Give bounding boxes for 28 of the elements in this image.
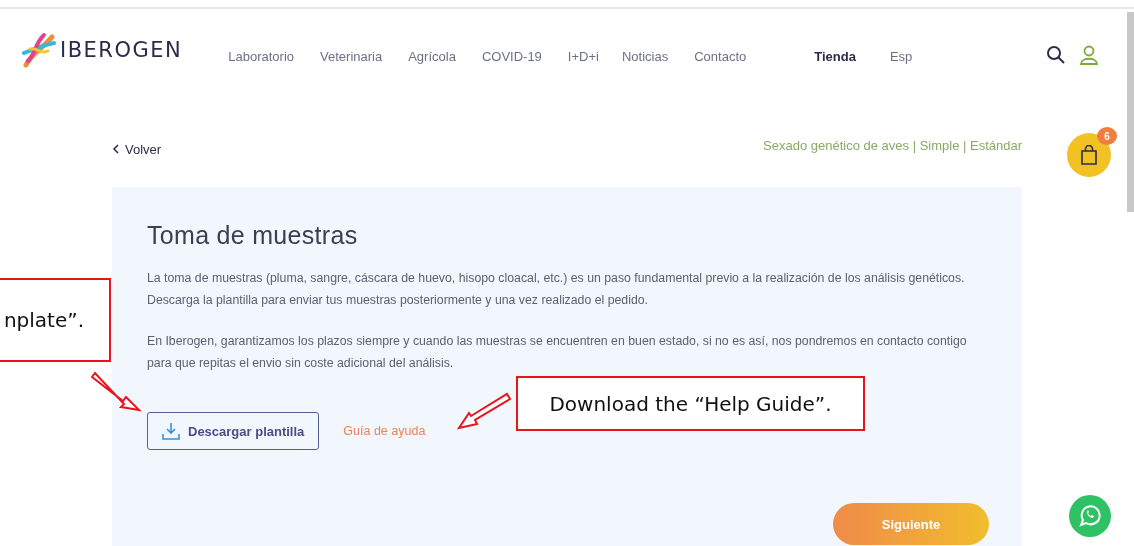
nav-link[interactable]: Contacto	[694, 48, 747, 64]
download-button[interactable]: Descargar plantilla	[147, 412, 320, 450]
nav-link[interactable]: Noticias	[621, 48, 669, 64]
back-link[interactable]: Volver	[112, 141, 162, 157]
nav-link[interactable]: Agrícola	[408, 48, 456, 64]
nav-link[interactable]: COVID-19	[481, 48, 542, 64]
product-breadcrumb: Sexado genético de aves | Simple | Estándar	[763, 137, 1022, 153]
search-icon[interactable]	[1046, 45, 1066, 65]
chat-icon[interactable]	[1068, 494, 1112, 538]
logo-text[interactable]: IBEROGEN	[60, 38, 183, 62]
chevron-left-icon	[112, 144, 119, 154]
logo-icon	[22, 31, 56, 69]
cart-count-badge: 6	[1097, 127, 1117, 145]
nav-link[interactable]: Veterinaria	[320, 48, 383, 64]
nav-link[interactable]: I+D+i	[567, 48, 599, 64]
paragraph: La toma de muestras (pluma, sangre, cáscara de huevo, hisopo cloacal, etc.) es un paso fundamental previo a la realización de los análisis genéticos. Descarga la plantilla para enviar tus muestras posteriormente y una vez realizado el pedido.	[147, 270, 966, 309]
user-icon[interactable]	[1080, 45, 1098, 65]
paragraph: En Iberogen, garantizamos los plazos siempre y cuando las muestras se encuentren en buen estado, si no es así, nos pondremos en contacto contigo para que repitas el envio sin coste adicional del análisis.	[147, 333, 968, 372]
nav-link[interactable]: Esp	[889, 48, 913, 64]
bag-icon	[1080, 145, 1098, 165]
scrollbar[interactable]	[1127, 12, 1134, 212]
nav-link[interactable]: Tienda	[814, 48, 856, 64]
callout-text: nplate”.	[0, 278, 111, 362]
section-title: Toma de muestras	[147, 221, 359, 250]
nav-link[interactable]: Laboratorio	[228, 48, 295, 64]
callout-text: Download the “Help Guide”.	[516, 376, 865, 431]
cart-button[interactable]	[1067, 133, 1111, 177]
download-icon	[162, 422, 180, 440]
